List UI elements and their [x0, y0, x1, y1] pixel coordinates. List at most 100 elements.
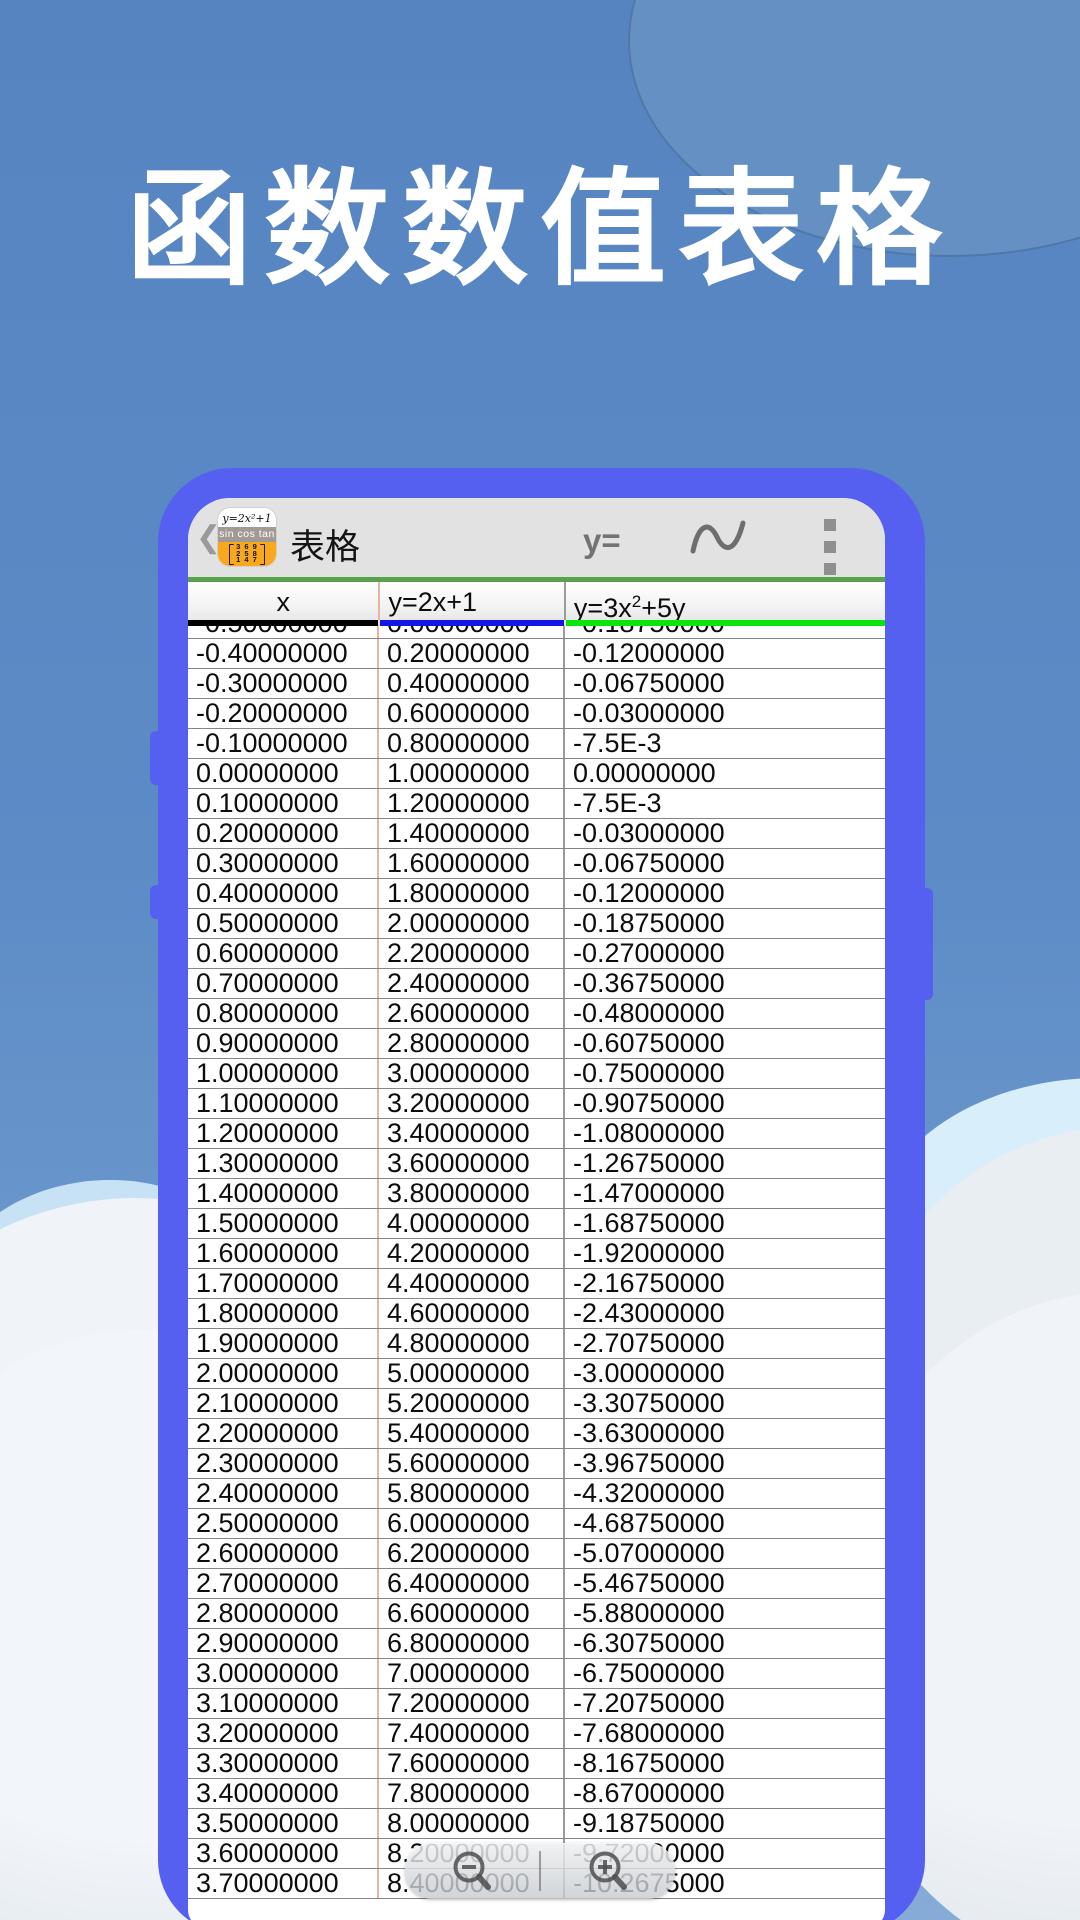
table-cell: 2.70000000	[188, 1569, 379, 1598]
sine-wave-icon[interactable]	[688, 516, 748, 565]
table-cell: 7.20000000	[379, 1689, 565, 1718]
screenshot-root: 函数数值表格 ❮ y=2x²+1 sin cos tan 3 6 9 2 5 8	[0, 0, 1080, 1920]
table-cell: 0.70000000	[188, 969, 379, 998]
zoom-out-button[interactable]	[405, 1843, 539, 1899]
table-cell: -0.30000000	[188, 669, 379, 698]
table-cell: 0.40000000	[379, 669, 565, 698]
function-editor-button[interactable]: y=	[583, 522, 621, 560]
table-cell: -7.5E-3	[565, 789, 885, 818]
table-cell: -4.68750000	[565, 1509, 885, 1538]
table-cell: -8.16750000	[565, 1749, 885, 1778]
table-cell: 3.00000000	[379, 1059, 565, 1088]
app-logo-icon[interactable]: y=2x²+1 sin cos tan 3 6 9 2 5 8 1 4 7	[218, 508, 276, 566]
table-cell: 4.40000000	[379, 1269, 565, 1298]
table-cell: 1.40000000	[188, 1179, 379, 1208]
table-cell: -0.27000000	[565, 939, 885, 968]
table-cell: 0.40000000	[188, 879, 379, 908]
column-header-y1[interactable]: y=2x+1	[380, 582, 565, 620]
table-row: 3.400000007.80000000-8.67000000	[188, 1779, 885, 1809]
table-row: 0.600000002.20000000-0.27000000	[188, 939, 885, 969]
table-row: 1.600000004.20000000-1.92000000	[188, 1239, 885, 1269]
table-cell: -7.5E-3	[565, 729, 885, 758]
table-cell: 1.20000000	[379, 789, 565, 818]
table-cell: -0.75000000	[565, 1059, 885, 1088]
table-row: 3.000000007.00000000-6.75000000	[188, 1659, 885, 1689]
app-logo-matrix: 3 6 9 2 5 8 1 4 7	[218, 542, 276, 566]
table-row: 2.600000006.20000000-5.07000000	[188, 1539, 885, 1569]
app-logo-formula: y=2x²+1	[218, 508, 276, 527]
table-cell: 5.20000000	[379, 1389, 565, 1418]
table-cell: 3.30000000	[188, 1749, 379, 1778]
table-cell: -0.10000000	[188, 729, 379, 758]
table-cell: -0.48000000	[565, 999, 885, 1028]
table-cell: 1.70000000	[188, 1269, 379, 1298]
table-body[interactable]: -0.500000000.00000000-0.18750000-0.40000…	[188, 609, 885, 1898]
table-cell: -6.30750000	[565, 1629, 885, 1658]
table-cell: 7.00000000	[379, 1659, 565, 1688]
table-cell: -3.63000000	[565, 1419, 885, 1448]
table-cell: 3.10000000	[188, 1689, 379, 1718]
table-cell: -7.20750000	[565, 1689, 885, 1718]
table-cell: 2.20000000	[379, 939, 565, 968]
table-cell: 2.30000000	[188, 1449, 379, 1478]
table-cell: -1.68750000	[565, 1209, 885, 1238]
matrix-bracket-right	[260, 544, 265, 565]
table-cell: -1.26750000	[565, 1149, 885, 1178]
table-cell: -3.30750000	[565, 1389, 885, 1418]
table-cell: 7.40000000	[379, 1719, 565, 1748]
table-cell: 0.60000000	[379, 699, 565, 728]
table-row: 1.500000004.00000000-1.68750000	[188, 1209, 885, 1239]
phone-volume-button-1	[150, 731, 162, 785]
table-cell: -5.88000000	[565, 1599, 885, 1628]
table-cell: 6.80000000	[379, 1629, 565, 1658]
table-cell: -5.07000000	[565, 1539, 885, 1568]
table-cell: 3.00000000	[188, 1659, 379, 1688]
table-cell: 1.50000000	[188, 1209, 379, 1238]
table-cell: 4.80000000	[379, 1329, 565, 1358]
table-cell: 3.60000000	[379, 1149, 565, 1178]
table-cell: 5.40000000	[379, 1419, 565, 1448]
table-cell: 6.60000000	[379, 1599, 565, 1628]
table-row: 2.200000005.40000000-3.63000000	[188, 1419, 885, 1449]
table-row: 0.700000002.40000000-0.36750000	[188, 969, 885, 999]
column-header-y2[interactable]: y=3x2+5y	[566, 582, 885, 620]
table-cell: 3.70000000	[188, 1869, 379, 1898]
table-cell: -7.68000000	[565, 1719, 885, 1748]
table-cell: 3.50000000	[188, 1809, 379, 1838]
table-cell: 1.10000000	[188, 1089, 379, 1118]
table-cell: 2.00000000	[188, 1359, 379, 1388]
table-cell: 2.40000000	[188, 1479, 379, 1508]
table-cell: 1.80000000	[379, 879, 565, 908]
column-underline-y1	[380, 620, 563, 626]
table-cell: -1.08000000	[565, 1119, 885, 1148]
table-cell: 0.20000000	[379, 639, 565, 668]
table-cell: 5.00000000	[379, 1359, 565, 1388]
overflow-menu-icon[interactable]	[824, 519, 836, 585]
table-cell: 2.40000000	[379, 969, 565, 998]
table-cell: 1.60000000	[188, 1239, 379, 1268]
table-row: 0.800000002.60000000-0.48000000	[188, 999, 885, 1029]
column-header-x[interactable]: x	[188, 582, 380, 620]
column-underline-x	[188, 620, 378, 626]
table-row: -0.400000000.20000000-0.12000000	[188, 639, 885, 669]
table-row: 0.300000001.60000000-0.06750000	[188, 849, 885, 879]
table-row: 2.500000006.00000000-4.68750000	[188, 1509, 885, 1539]
table-row: 2.900000006.80000000-6.30750000	[188, 1629, 885, 1659]
table-cell: 1.20000000	[188, 1119, 379, 1148]
table-cell: -0.36750000	[565, 969, 885, 998]
table-row: 1.900000004.80000000-2.70750000	[188, 1329, 885, 1359]
table-cell: 3.20000000	[379, 1089, 565, 1118]
table-cell: -1.47000000	[565, 1179, 885, 1208]
table-cell: -1.92000000	[565, 1239, 885, 1268]
table-cell: 3.40000000	[188, 1779, 379, 1808]
table-row: 0.500000002.00000000-0.18750000	[188, 909, 885, 939]
table-cell: 0.30000000	[188, 849, 379, 878]
table-cell: 2.60000000	[379, 999, 565, 1028]
zoom-in-button[interactable]	[541, 1843, 675, 1899]
table-cell: -0.90750000	[565, 1089, 885, 1118]
table-cell: 5.60000000	[379, 1449, 565, 1478]
table-cell: -0.60750000	[565, 1029, 885, 1058]
table-cell: 3.40000000	[379, 1119, 565, 1148]
table-row: 0.900000002.80000000-0.60750000	[188, 1029, 885, 1059]
table-header: x y=2x+1 y=3x2+5y	[188, 582, 885, 626]
